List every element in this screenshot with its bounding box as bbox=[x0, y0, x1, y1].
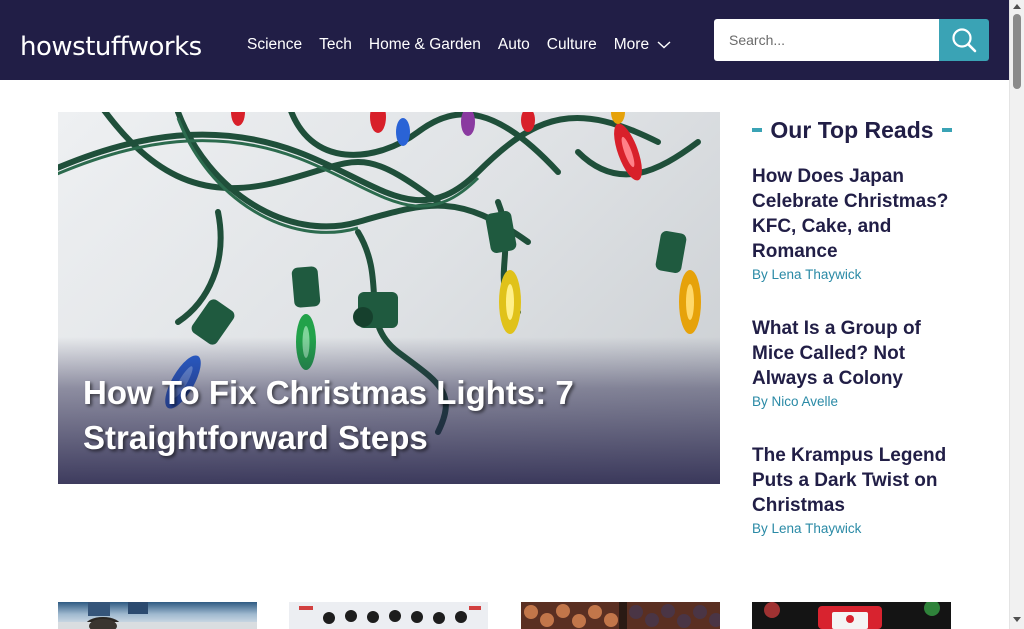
search-bar bbox=[714, 19, 989, 61]
thumbnail-image bbox=[289, 602, 488, 629]
top-reads-sidebar: Our Top Reads How Does Japan Celebrate C… bbox=[752, 112, 952, 536]
nav-label: Science bbox=[247, 36, 303, 53]
nav-item-tech[interactable]: Tech bbox=[319, 36, 352, 54]
article-thumbnail[interactable] bbox=[289, 602, 488, 629]
nav-item-more[interactable]: More bbox=[614, 36, 671, 54]
top-read-item: What Is a Group of Mice Called? Not Alwa… bbox=[752, 316, 952, 409]
article-thumbnail[interactable] bbox=[521, 602, 720, 629]
thumbnail-image bbox=[58, 602, 257, 629]
search-button[interactable] bbox=[939, 19, 989, 61]
nav-item-home-garden[interactable]: Home & Garden bbox=[369, 36, 481, 54]
page: howstuffworks Science Tech Home & Garden… bbox=[0, 0, 1024, 629]
nav-item-auto[interactable]: Auto bbox=[498, 36, 530, 54]
hero-title[interactable]: How To Fix Christmas Lights: 7 Straightf… bbox=[83, 370, 683, 460]
page-scrollbar[interactable] bbox=[1009, 0, 1024, 629]
chevron-down-icon bbox=[657, 41, 671, 49]
hero-article-card[interactable]: How To Fix Christmas Lights: 7 Straightf… bbox=[58, 112, 720, 484]
scroll-up-arrow-icon[interactable] bbox=[1013, 4, 1021, 9]
top-reads-heading: Our Top Reads bbox=[752, 112, 952, 148]
thumbnail-image bbox=[521, 602, 720, 629]
article-thumbnail[interactable] bbox=[752, 602, 951, 629]
article-thumbnail[interactable] bbox=[58, 602, 257, 629]
site-header: howstuffworks Science Tech Home & Garden… bbox=[0, 0, 1009, 80]
heading-dash-left bbox=[752, 128, 763, 132]
author-link[interactable]: Lena Thaywick bbox=[772, 267, 862, 282]
top-read-title[interactable]: What Is a Group of Mice Called? Not Alwa… bbox=[752, 316, 952, 391]
nav-label: More bbox=[613, 36, 650, 53]
top-read-item: The Krampus Legend Puts a Dark Twist on … bbox=[752, 443, 952, 536]
nav-label: Tech bbox=[319, 36, 352, 53]
logo-wordmark: howstuffworks bbox=[20, 32, 202, 62]
nav-item-culture[interactable]: Culture bbox=[547, 36, 597, 54]
heading-dash-right bbox=[941, 128, 952, 132]
nav-label: Culture bbox=[546, 36, 597, 53]
site-logo[interactable]: howstuffworks bbox=[20, 22, 216, 62]
scrollbar-thumb[interactable] bbox=[1013, 14, 1021, 89]
top-read-byline: By Nico Avelle bbox=[752, 394, 952, 409]
scroll-down-arrow-icon[interactable] bbox=[1013, 617, 1021, 622]
nav-label: Auto bbox=[497, 36, 530, 53]
thumbnail-image bbox=[752, 602, 951, 629]
top-read-byline: By Lena Thaywick bbox=[752, 267, 952, 282]
byline-prefix: By bbox=[752, 267, 768, 282]
top-read-title[interactable]: How Does Japan Celebrate Christmas? KFC,… bbox=[752, 164, 952, 264]
nav-label: Home & Garden bbox=[368, 36, 481, 53]
main-nav: Science Tech Home & Garden Auto Culture … bbox=[247, 36, 688, 54]
nav-item-science[interactable]: Science bbox=[247, 36, 302, 54]
top-read-item: How Does Japan Celebrate Christmas? KFC,… bbox=[752, 164, 952, 282]
top-read-byline: By Lena Thaywick bbox=[752, 521, 952, 536]
byline-prefix: By bbox=[752, 521, 768, 536]
author-link[interactable]: Nico Avelle bbox=[772, 394, 839, 409]
search-icon bbox=[952, 28, 977, 53]
top-read-title[interactable]: The Krampus Legend Puts a Dark Twist on … bbox=[752, 443, 952, 518]
author-link[interactable]: Lena Thaywick bbox=[772, 521, 862, 536]
top-reads-title: Our Top Reads bbox=[770, 116, 934, 143]
byline-prefix: By bbox=[752, 394, 768, 409]
search-input[interactable] bbox=[714, 19, 939, 61]
